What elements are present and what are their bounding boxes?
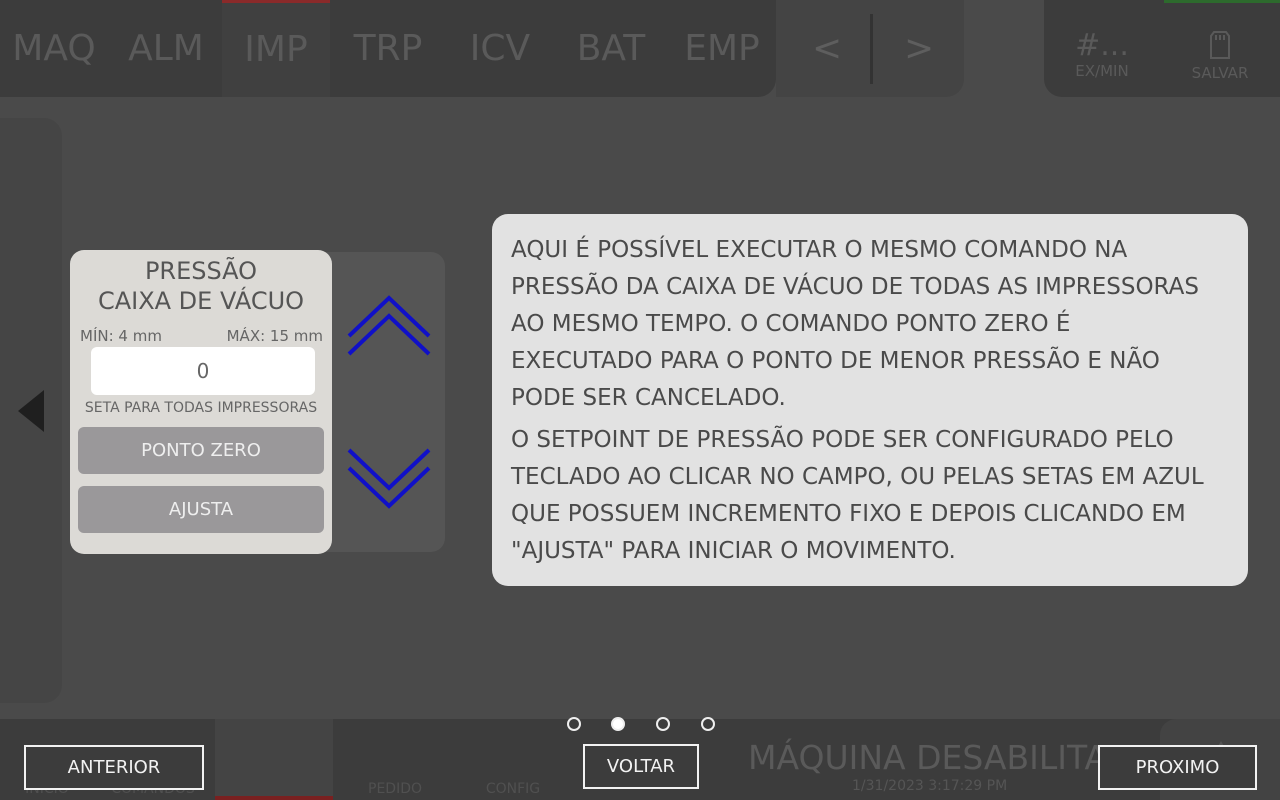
previous-page-arrow-icon[interactable] (18, 390, 44, 432)
page-dot-2[interactable] (611, 717, 625, 731)
tab-icv[interactable]: ICV (446, 0, 554, 97)
tooltip-line: PODE SER CANCELADO. (511, 385, 786, 411)
tab-scroll-controls: < > (776, 0, 964, 97)
divider (870, 14, 873, 84)
decrease-arrow-icon[interactable] (346, 446, 432, 512)
next-button[interactable]: PROXIMO (1098, 745, 1257, 790)
zero-point-button[interactable]: PONTO ZERO (78, 427, 324, 474)
top-tab-bar: MAQ ALM IMP TRP ICV BAT EMP (0, 0, 776, 97)
page-dot-3[interactable] (656, 717, 670, 731)
increase-arrow-icon[interactable] (346, 292, 432, 358)
scroll-right-button[interactable]: > (904, 28, 934, 69)
bottom-nav-active-item (215, 719, 333, 800)
tab-imp[interactable]: IMP (222, 0, 330, 97)
save-button[interactable]: SALVAR (1170, 30, 1270, 82)
tooltip-line: AO MESMO TEMPO. O COMANDO PONTO ZERO É (511, 311, 1071, 337)
tutorial-tooltip: AQUI É POSSÍVEL EXECUTAR O MESMO COMANDO… (492, 214, 1248, 586)
vacuum-pressure-card: PRESSÃO CAIXA DE VÁCUO MÍN: 4 mm MÁX: 15… (70, 250, 332, 554)
tooltip-line: PRESSÃO DA CAIXA DE VÁCUO DE TODAS AS IM… (511, 274, 1199, 300)
sd-card-icon (1210, 31, 1230, 59)
active-nav-underline (215, 796, 333, 800)
nav-config[interactable]: CONFIG (458, 781, 568, 797)
machine-status: MÁQUINA DESABILITADA (748, 738, 1155, 777)
tooltip-line: "AJUSTA" PARA INICIAR O MOVIMENTO. (511, 538, 956, 564)
card-title: PRESSÃO CAIXA DE VÁCUO (70, 256, 332, 316)
speed-value: #... (1075, 28, 1129, 63)
all-printers-note: SETA PARA TODAS IMPRESSORAS (84, 400, 318, 416)
status-datetime: 1/31/2023 3:17:29 PM (852, 778, 1008, 794)
tooltip-paragraph-1: AQUI É POSSÍVEL EXECUTAR O MESMO COMANDO… (511, 232, 1248, 417)
top-right-panel: #... EX/MIN SALVAR (1044, 0, 1280, 97)
scroll-left-button[interactable]: < (812, 28, 842, 69)
tooltip-line: EXECUTADO PARA O PONTO DE MENOR PRESSÃO … (511, 348, 1160, 374)
speed-unit: EX/MIN (1075, 62, 1129, 80)
tooltip-line: AQUI É POSSÍVEL EXECUTAR O MESMO COMANDO… (511, 237, 1128, 263)
tab-trp[interactable]: TRP (334, 0, 442, 97)
speed-display: #... EX/MIN (1052, 28, 1152, 81)
tooltip-paragraph-2: O SETPOINT DE PRESSÃO PODE SER CONFIGURA… (511, 422, 1248, 570)
page-dot-1[interactable] (567, 717, 581, 731)
max-label: MÁX: 15 mm (226, 327, 323, 345)
tooltip-line: O SETPOINT DE PRESSÃO PODE SER CONFIGURA… (511, 427, 1174, 453)
tab-alm[interactable]: ALM (112, 0, 220, 97)
tooltip-line: QUE POSSUEM INCREMENTO FIXO E DEPOIS CLI… (511, 501, 1186, 527)
tab-emp[interactable]: EMP (668, 0, 776, 97)
card-title-line1: PRESSÃO (144, 257, 258, 285)
min-label: MÍN: 4 mm (80, 327, 162, 345)
tab-maq[interactable]: MAQ (0, 0, 108, 97)
adjust-button[interactable]: AJUSTA (78, 486, 324, 533)
back-button[interactable]: VOLTAR (583, 744, 699, 789)
tooltip-line: TECLADO AO CLICAR NO CAMPO, OU PELAS SET… (511, 464, 1204, 490)
nav-pedido[interactable]: PEDIDO (340, 781, 450, 797)
card-title-line2: CAIXA DE VÁCUO (97, 287, 305, 315)
save-label: SALVAR (1191, 64, 1249, 82)
previous-button[interactable]: ANTERIOR (24, 745, 204, 790)
tab-bat[interactable]: BAT (557, 0, 665, 97)
pressure-setpoint-input[interactable] (91, 347, 315, 395)
page-dot-4[interactable] (701, 717, 715, 731)
status-indicator-line (1164, 0, 1280, 3)
